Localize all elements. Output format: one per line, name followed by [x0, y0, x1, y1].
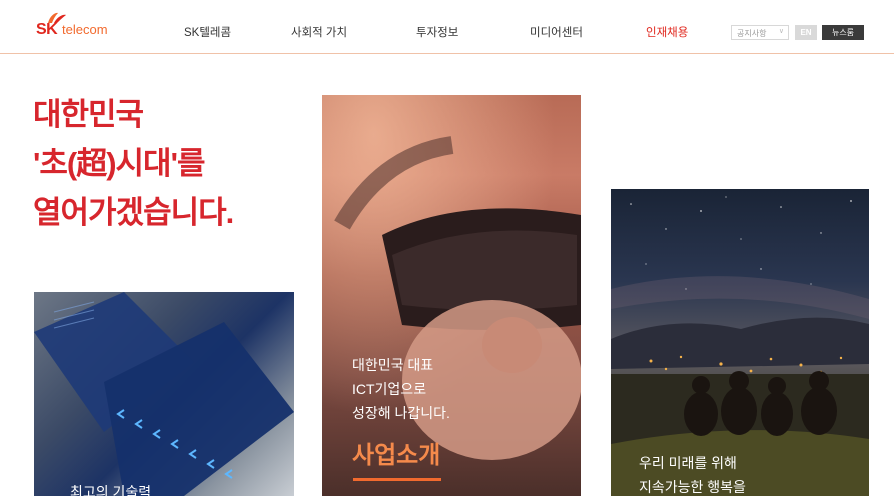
business-card-text: 대한민국 대표 ICT기업으로 성장해 나갑니다.: [352, 353, 450, 425]
title-underline: [353, 478, 441, 481]
logo-sk-text: SK: [36, 21, 58, 38]
business-card-line-1: 대한민국 대표: [352, 357, 434, 373]
nav-media-center[interactable]: 미디어센터: [530, 24, 583, 40]
logo-telecom-text: telecom: [62, 22, 108, 37]
business-intro-title: 사업소개: [352, 442, 441, 469]
sustainability-card[interactable]: 우리 미래를 위해 지속가능한 행복을: [611, 189, 869, 496]
business-card-line-2: ICT기업으로: [352, 381, 427, 397]
site-header: SK telecom SK텔레콤 사회적 가치 투자정보 미디어센터 인재채용 …: [0, 0, 894, 54]
newsroom-button[interactable]: 뉴스룸: [822, 25, 864, 40]
technology-card[interactable]: 최고의 기술력: [34, 292, 294, 496]
headline-line-3: 열어가겠습니다.: [33, 195, 234, 230]
sk-telecom-logo[interactable]: SK telecom: [36, 12, 126, 40]
hero-headline: 대한민국 '초(超)시대'를 열어가겠습니다.: [33, 90, 234, 237]
language-en-button[interactable]: EN: [795, 25, 817, 40]
sustainability-card-line-1: 우리 미래를 위해: [639, 455, 737, 471]
header-divider: [0, 53, 894, 54]
chevron-down-icon: ∨: [778, 28, 784, 35]
nav-social-value[interactable]: 사회적 가치: [291, 24, 347, 40]
sustainability-card-text: 우리 미래를 위해 지속가능한 행복을: [639, 451, 746, 496]
sustainability-card-line-2: 지속가능한 행복을: [639, 479, 746, 495]
notice-select-label: 공지사항: [737, 29, 767, 38]
business-intro-card[interactable]: 대한민국 대표 ICT기업으로 성장해 나갑니다. 사업소개: [322, 95, 581, 496]
headline-line-1: 대한민국: [33, 97, 144, 132]
business-card-line-3: 성장해 나갑니다.: [352, 405, 450, 421]
nav-careers[interactable]: 인재채용: [646, 24, 688, 40]
technology-card-text: 최고의 기술력: [70, 484, 152, 496]
nav-sktelecom[interactable]: SK텔레콤: [184, 24, 231, 40]
night-sky-image: [611, 196, 869, 496]
technology-card-image: [34, 292, 294, 496]
nav-investor-info[interactable]: 투자정보: [416, 24, 458, 40]
notice-select[interactable]: 공지사항 ∨: [731, 25, 789, 40]
headline-line-2: '초(超)시대'를: [33, 146, 205, 181]
